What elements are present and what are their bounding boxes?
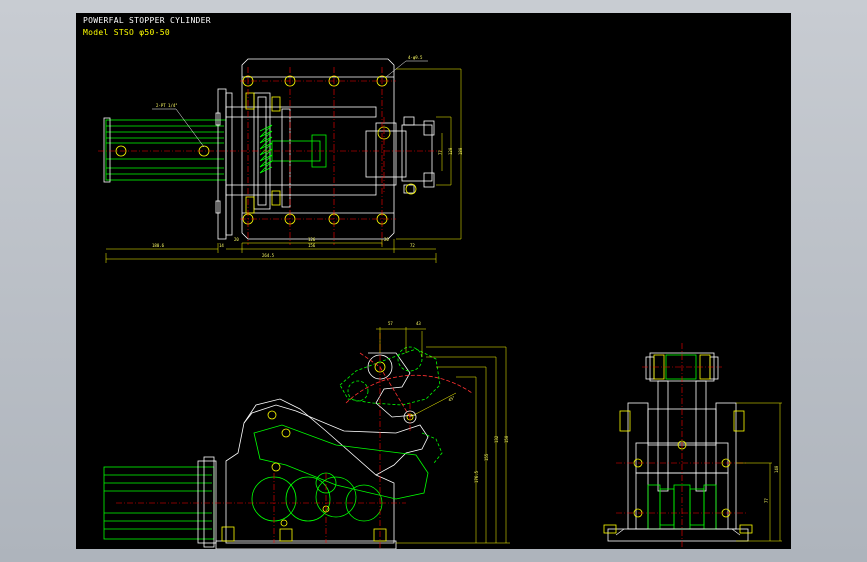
cylinder-body: [105, 119, 227, 181]
dim-span-outer: 156: [308, 243, 316, 248]
dim-d1: 20: [234, 237, 239, 242]
dim-cyl-length: 180.6: [152, 243, 165, 248]
stopper-plate: [241, 58, 395, 240]
side-view: 57 43 45° 176.5 155 132 150: [103, 321, 510, 549]
dimensions-side: [376, 327, 510, 544]
cylinder-end-cap: [103, 117, 111, 183]
dim-h2: 155: [484, 453, 489, 461]
dim-angle: 45°: [447, 395, 456, 403]
dim-end-w: 140: [774, 465, 779, 473]
side-base-body: [225, 398, 395, 544]
dim-v2: 120: [448, 147, 453, 155]
dim-h4: 150: [504, 435, 509, 443]
swing-ghost: [339, 346, 443, 464]
dim-port-callout: 2-PT 1/4": [156, 103, 178, 108]
drawing-canvas: POWERFAL STOPPER CYLINDER Model STSO φ50…: [76, 13, 791, 549]
dim-span-inner: 126: [308, 237, 316, 242]
dim-top-b: 43: [416, 321, 421, 326]
dim-holes-callout: 4-φ9.5: [408, 55, 423, 60]
dim-v1: 77: [438, 150, 443, 155]
dim-top-a: 57: [388, 321, 393, 326]
swing-arc: [345, 352, 473, 418]
dim-d3: 72: [410, 243, 415, 248]
dim-h1: 176.5: [474, 470, 479, 483]
dim-overall: 264.5: [262, 253, 275, 258]
mounting-holes: [115, 75, 388, 225]
end-view: 140 77: [603, 343, 782, 547]
dim-h3: 132: [494, 435, 499, 443]
cad-drawing: 2-PT 1/4" 4-φ9.5 264.5 180.6 14 20 126 1…: [98, 55, 782, 549]
top-view: 2-PT 1/4" 4-φ9.5 264.5 180.6 14 20 126 1…: [98, 55, 463, 263]
dim-d2: 20: [384, 237, 389, 242]
dim-v3: 180: [458, 147, 463, 155]
side-wheels: [251, 472, 383, 522]
centerlines-side: [116, 333, 411, 549]
roller-head: [365, 116, 435, 194]
dimensions-top: [105, 68, 462, 263]
dim-end-h: 77: [764, 498, 769, 503]
dim-flange: 14: [219, 243, 224, 248]
cylinder-flange: [217, 88, 227, 240]
